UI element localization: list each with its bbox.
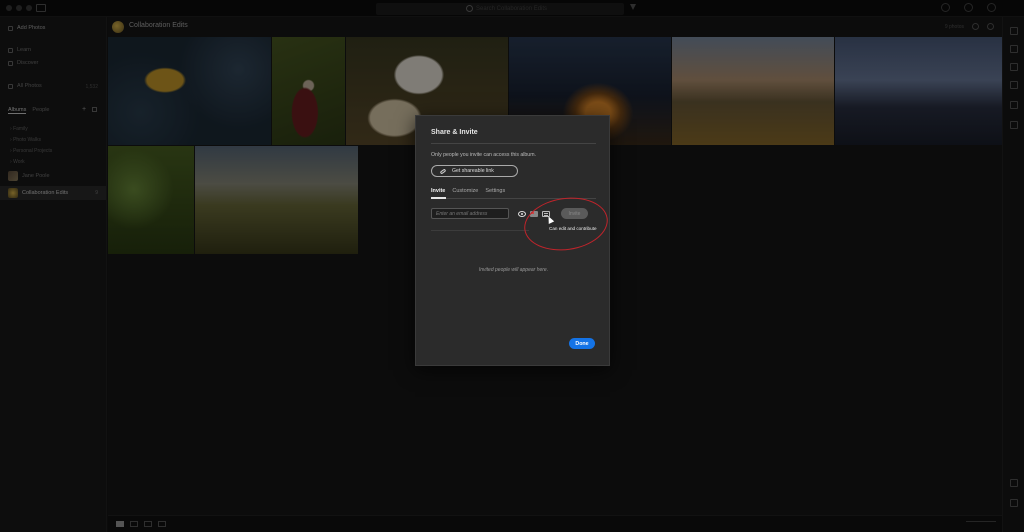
tab-invite[interactable]: Invite bbox=[431, 188, 445, 194]
lightroom-window: Search Collaboration Edits Add Photos Le… bbox=[0, 0, 1024, 532]
email-input[interactable] bbox=[431, 208, 509, 219]
title-divider bbox=[431, 143, 596, 144]
dialog-title: Share & Invite bbox=[431, 129, 478, 136]
get-shareable-link-button[interactable]: Get shareable link bbox=[431, 165, 518, 177]
list-divider bbox=[431, 230, 529, 231]
view-only-eye-icon[interactable] bbox=[518, 211, 526, 217]
tab-customize[interactable]: Customize bbox=[452, 188, 478, 194]
tab-settings[interactable]: Settings bbox=[485, 188, 505, 194]
done-button[interactable]: Done bbox=[569, 338, 595, 349]
invitees-empty-message: Invited people will appear here. bbox=[478, 267, 549, 273]
dialog-description: Only people you invite can access this a… bbox=[431, 152, 536, 158]
link-icon bbox=[439, 168, 447, 174]
dialog-tabs: Invite Customize Settings bbox=[431, 188, 505, 194]
active-tab-indicator bbox=[431, 197, 446, 199]
